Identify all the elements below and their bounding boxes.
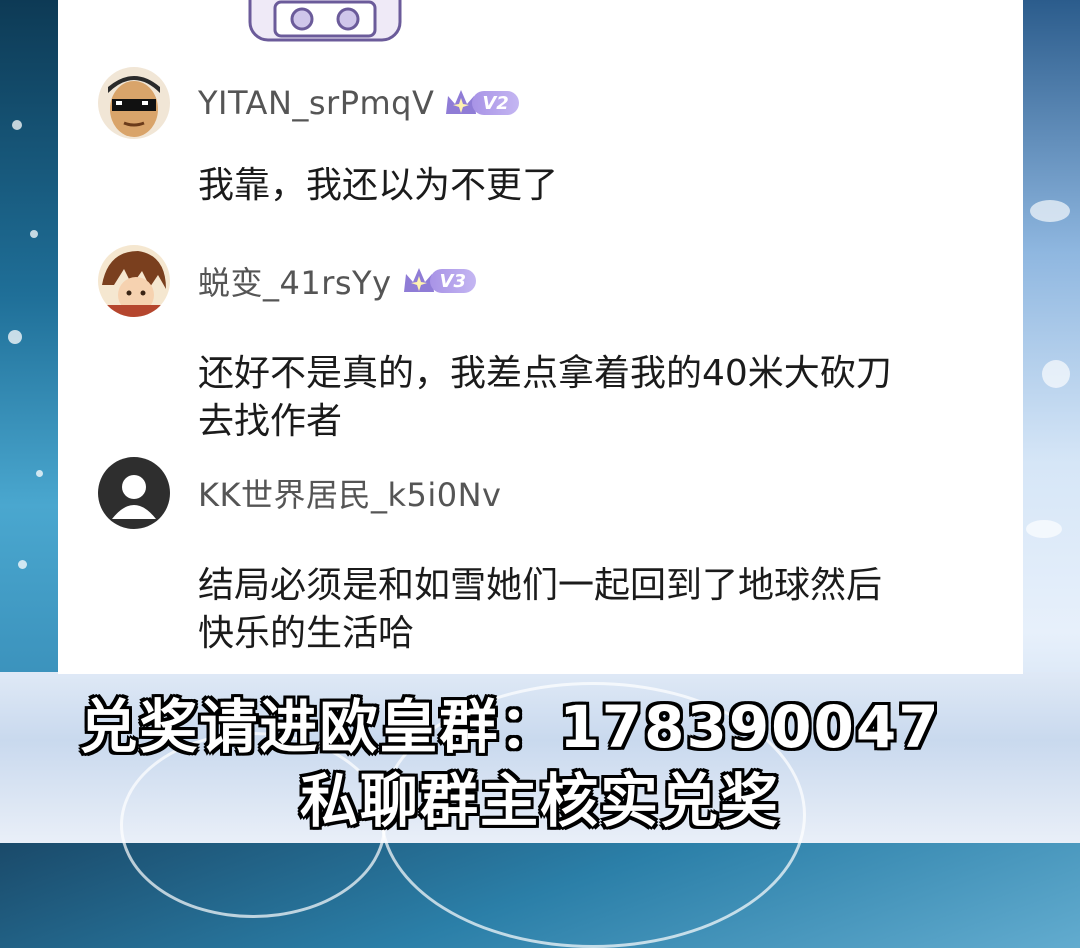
comment-text: 结局必须是和如雪她们一起回到了地球然后 xyxy=(198,565,883,606)
username[interactable]: 蜕变_41rsYy xyxy=(198,258,392,304)
sticker-image xyxy=(248,0,402,42)
banner-line-2: 私聊群主核实兑奖 xyxy=(299,767,780,835)
comment-text: 去找作者 xyxy=(198,401,343,442)
user-avatar[interactable] xyxy=(98,67,170,139)
username[interactable]: YITAN_srPmqV xyxy=(198,84,434,122)
user-avatar[interactable] xyxy=(98,245,170,317)
level-badge: V3 xyxy=(402,266,477,296)
comment-item: 蜕变_41rsYy V3 还好不是真的，我差点拿着我的40米大砍刀 去找作者 xyxy=(98,242,998,446)
comment-item: KK世界居民_k5i0Nv 结局必须是和如雪她们一起回到了地球然后 快乐的生活哈 xyxy=(98,454,998,658)
comment-text: 快乐的生活哈 xyxy=(198,613,415,654)
username[interactable]: KK世界居民_k5i0Nv xyxy=(198,470,502,516)
level-label: V3 xyxy=(429,269,477,293)
level-label: V2 xyxy=(472,91,519,115)
comment-item: YITAN_srPmqV V2 我靠，我还以为不更了 xyxy=(98,64,998,210)
comment-panel: YITAN_srPmqV V2 我靠，我还以为不更了 蜕变_41rsYy V3 … xyxy=(58,0,1023,674)
comment-text: 还好不是真的，我差点拿着我的40米大砍刀 xyxy=(198,353,892,394)
level-badge: V2 xyxy=(444,88,519,118)
comment-text: 我靠，我还以为不更了 xyxy=(198,165,559,206)
default-avatar-icon[interactable] xyxy=(98,457,170,529)
banner-line-1: 兑奖请进欧皇群：178390047 xyxy=(79,693,941,761)
redeem-banner: 兑奖请进欧皇群：178390047 私聊群主核实兑奖 xyxy=(0,690,1080,838)
